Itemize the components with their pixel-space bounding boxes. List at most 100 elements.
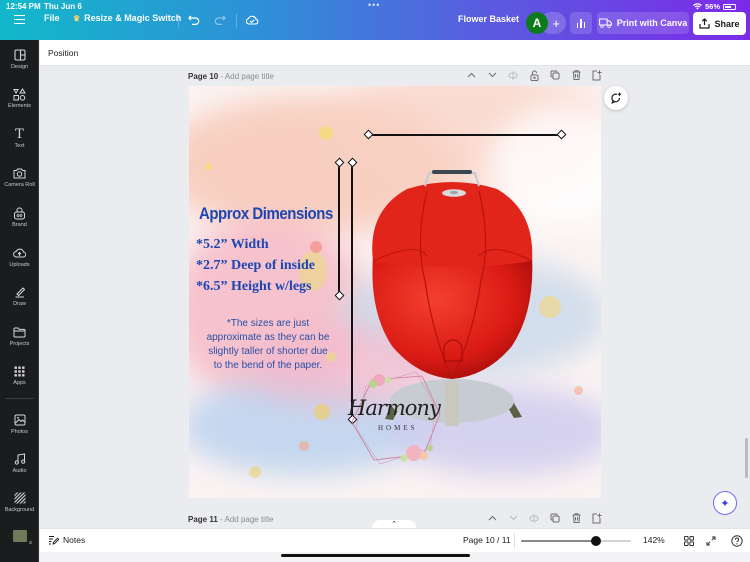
confetti-dot (574, 386, 583, 395)
page-number: Page 10 (188, 72, 219, 81)
expand-icon (706, 536, 716, 546)
share-button[interactable]: Share (693, 12, 746, 35)
zoom-slider[interactable] (521, 536, 631, 546)
delete-page-icon[interactable] (571, 69, 581, 81)
audio-icon (13, 452, 27, 466)
dimension-width[interactable]: *5.2” Width (196, 237, 269, 253)
dimensions-heading[interactable]: Approx Dimensions (199, 204, 333, 224)
depth-dimension-line (338, 162, 340, 296)
sidebar-item-background[interactable]: Background (0, 491, 39, 513)
hamburger-menu-icon[interactable] (14, 15, 25, 24)
bottom-bar: Notes Page 10 / 11 142% (40, 528, 750, 552)
delete-page-icon[interactable] (571, 512, 581, 524)
chevron-up-icon: ⌃ (391, 521, 397, 528)
battery-icon (723, 3, 736, 10)
move-page-down-icon[interactable] (508, 512, 518, 524)
sidebar-label: Camera Roll (4, 182, 35, 188)
sidebar-label: Elements (8, 103, 31, 109)
multitask-dots-icon[interactable]: ••• (368, 0, 380, 10)
crown-icon: ♛ (73, 13, 81, 23)
notes-icon (49, 536, 59, 545)
zoom-slider-thumb[interactable] (590, 536, 601, 546)
wifi-icon (693, 3, 702, 10)
dimensions-note[interactable]: *The sizes are just approximate as they … (203, 317, 333, 373)
hide-page-icon[interactable] (508, 69, 518, 81)
design-page-10[interactable]: Approx Dimensions *5.2” Width *2.7” Deep… (189, 86, 601, 498)
add-page-icon[interactable] (592, 69, 602, 81)
logo-script-text: Harmony (348, 396, 441, 420)
camera-icon (13, 166, 27, 180)
sidebar-item-uploads[interactable]: Uploads (0, 246, 39, 268)
move-page-up-icon[interactable] (466, 69, 476, 81)
confetti-dot (314, 404, 330, 420)
user-avatar[interactable]: A (526, 12, 548, 34)
document-title[interactable]: Flower Basket (458, 14, 519, 24)
insights-button[interactable] (570, 12, 592, 34)
page-title[interactable]: Page 10 - Add page title (188, 72, 274, 81)
move-page-up-icon[interactable] (487, 512, 497, 524)
upload-icon (13, 246, 27, 260)
sidebar-item-elements[interactable]: Elements (0, 87, 39, 109)
page-title[interactable]: Page 11 - Add page title (188, 515, 273, 524)
cloud-sync-button[interactable] (245, 15, 259, 25)
context-toolbar: Position (40, 40, 750, 66)
fullscreen-button[interactable] (704, 534, 718, 548)
confetti-dot (539, 296, 561, 318)
home-indicator[interactable] (281, 554, 470, 557)
resize-label: Resize & Magic Switch (84, 13, 182, 23)
bar-chart-icon (576, 19, 586, 28)
sparkle-icon: ✦ (720, 497, 730, 510)
resize-magic-switch-button[interactable]: ♛ Resize & Magic Switch (73, 13, 181, 23)
footer-divider (514, 533, 515, 549)
harmony-homes-logo[interactable]: Harmony HOMES (344, 368, 444, 468)
help-button[interactable] (730, 534, 744, 548)
duplicate-page-icon[interactable] (550, 69, 560, 81)
grid-view-icon (684, 536, 694, 546)
lock-page-icon[interactable] (529, 69, 539, 81)
grill-center-leg (445, 381, 459, 426)
share-upload-icon (699, 18, 711, 29)
header-divider (178, 14, 179, 28)
sidebar-item-text[interactable]: T Text (0, 127, 39, 150)
dimension-depth[interactable]: *2.7” Deep of inside (196, 258, 315, 274)
sidebar-label: Uploads (9, 262, 30, 268)
sidebar-item-templates[interactable]: s (0, 530, 39, 546)
regenerate-button[interactable] (604, 86, 628, 110)
redo-button[interactable] (214, 14, 226, 25)
page-title-placeholder[interactable]: Add page title (225, 72, 274, 81)
page-title-placeholder[interactable]: Add page title (224, 515, 273, 524)
sidebar-item-apps[interactable]: Apps (0, 364, 39, 386)
sidebar-item-design[interactable]: Design (0, 48, 39, 70)
sidebar-item-brand[interactable]: Brand (0, 206, 39, 228)
status-date: Thu Jun 6 (44, 2, 82, 11)
position-button[interactable]: Position (48, 48, 78, 58)
undo-icon (188, 15, 200, 25)
duplicate-page-icon[interactable] (550, 512, 560, 524)
draw-icon (13, 285, 27, 299)
sidebar-item-projects[interactable]: Projects (0, 325, 39, 347)
sidebar-item-photos[interactable]: Photos (0, 413, 39, 435)
print-with-canva-button[interactable]: Print with Canva (597, 12, 689, 34)
confetti-dot (249, 466, 261, 478)
sidebar-item-audio[interactable]: Audio (0, 452, 39, 474)
add-page-icon[interactable] (592, 512, 602, 524)
move-page-down-icon[interactable] (487, 69, 497, 81)
sidebar-label: Design (10, 64, 29, 70)
sidebar-label: Background (4, 507, 35, 513)
file-menu-button[interactable]: File (44, 13, 60, 23)
cloud-check-icon (245, 15, 259, 25)
vertical-scrollbar[interactable] (745, 438, 748, 478)
sidebar-item-camera-roll[interactable]: Camera Roll (0, 166, 39, 188)
zoom-percentage[interactable]: 142% (643, 535, 665, 545)
page-indicator[interactable]: Page 10 / 11 (463, 535, 511, 545)
undo-button[interactable] (188, 14, 200, 25)
grid-view-button[interactable] (682, 534, 696, 548)
sidebar-item-draw[interactable]: Draw (0, 285, 39, 307)
magic-assistant-button[interactable]: ✦ (713, 491, 737, 515)
notes-button[interactable]: Notes (48, 535, 85, 545)
dimension-height[interactable]: *6.5” Height w/legs (196, 279, 312, 295)
confetti-dot (205, 163, 212, 170)
hide-page-icon[interactable] (529, 512, 539, 524)
print-label: Print with Canva (616, 18, 688, 28)
canva-editor: 12:54 PM Thu Jun 6 ••• 56% File ♛ Resize… (0, 0, 750, 562)
